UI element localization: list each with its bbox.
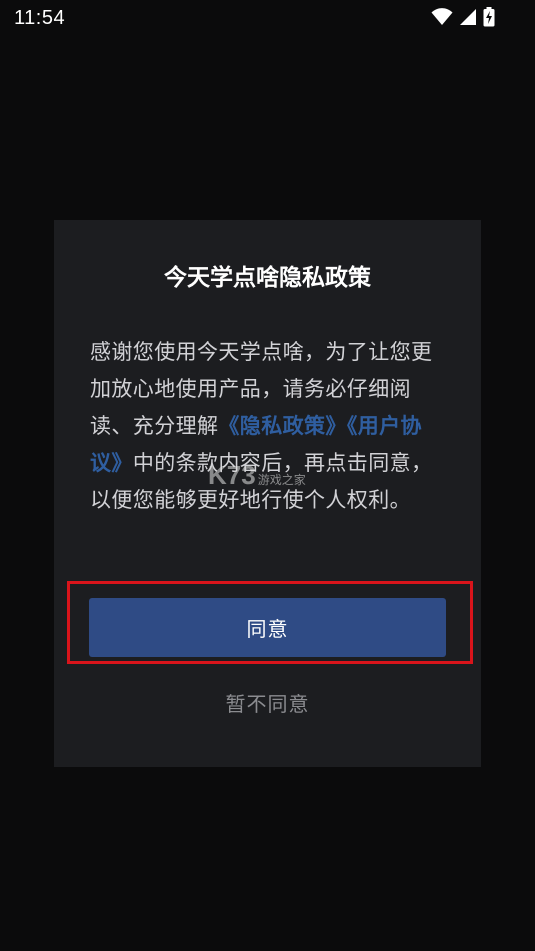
privacy-dialog: 今天学点啥隐私政策 感谢您使用今天学点啥，为了让您更加放心地使用产品，请务必仔细…: [54, 220, 481, 767]
wifi-icon: [431, 8, 453, 26]
privacy-policy-link[interactable]: 《隐私政策》: [218, 414, 346, 438]
body-text-part2: 中的条款内容后，再点击同意，以便您能够更好地行使个人权利。: [90, 451, 433, 512]
dialog-body-text: 感谢您使用今天学点啥，为了让您更加放心地使用产品，请务必仔细阅读、充分理解《隐私…: [90, 334, 452, 519]
battery-charging-icon: [483, 7, 495, 27]
agree-button[interactable]: 同意: [89, 598, 446, 657]
dialog-title: 今天学点啥隐私政策: [164, 265, 371, 291]
status-icons: [431, 7, 495, 27]
disagree-button[interactable]: 暂不同意: [54, 688, 481, 717]
screen: 11:54 今天学点啥隐私政策 感谢您使用今天学点啥，为了让您更加放心地使用产品…: [0, 0, 535, 951]
status-bar: 11:54: [0, 0, 535, 36]
signal-icon: [459, 8, 477, 26]
status-time: 11:54: [14, 7, 66, 29]
